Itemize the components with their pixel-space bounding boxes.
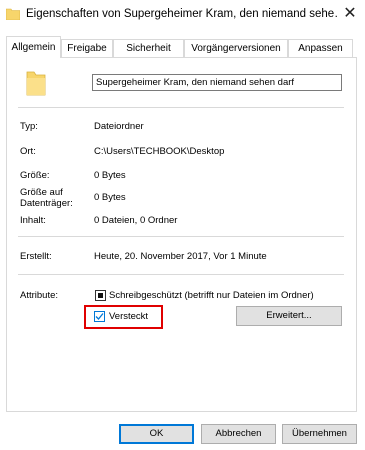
tab-anpassen[interactable]: Anpassen bbox=[288, 39, 353, 57]
hidden-checkbox-label[interactable]: Versteckt bbox=[109, 311, 148, 322]
location-label: Ort: bbox=[20, 146, 36, 157]
apply-button[interactable]: Übernehmen bbox=[282, 424, 357, 444]
size-on-disk-value: 0 Bytes bbox=[94, 192, 126, 203]
window-title: Eigenschaften von Supergeheimer Kram, de… bbox=[26, 8, 338, 20]
readonly-checkbox-label[interactable]: Schreibgeschützt (betrifft nur Dateien i… bbox=[109, 290, 314, 301]
attributes-label: Attribute: bbox=[20, 290, 59, 301]
folder-icon bbox=[26, 71, 46, 96]
separator bbox=[18, 107, 344, 108]
close-button[interactable]: ✕ bbox=[335, 0, 365, 28]
cancel-button[interactable]: Abbrechen bbox=[201, 424, 276, 444]
size-on-disk-label-line2: Datenträger: bbox=[20, 198, 73, 209]
size-value: 0 Bytes bbox=[94, 170, 126, 181]
contents-label: Inhalt: bbox=[20, 215, 46, 226]
size-on-disk-label-line1: Größe auf bbox=[20, 187, 63, 198]
checkmark-icon bbox=[95, 313, 104, 320]
title-bar: Eigenschaften von Supergeheimer Kram, de… bbox=[0, 0, 365, 30]
advanced-button[interactable]: Erweitert... bbox=[236, 306, 342, 326]
type-value: Dateiordner bbox=[94, 121, 144, 132]
folder-icon bbox=[6, 8, 20, 20]
hidden-checkbox[interactable] bbox=[94, 311, 105, 322]
separator bbox=[18, 236, 344, 237]
tab-allgemein[interactable]: Allgemein bbox=[6, 36, 61, 58]
tab-sicherheit[interactable]: Sicherheit bbox=[113, 39, 184, 57]
created-value: Heute, 20. November 2017, Vor 1 Minute bbox=[94, 251, 267, 262]
tab-freigabe[interactable]: Freigabe bbox=[61, 39, 113, 57]
size-label: Größe: bbox=[20, 170, 50, 181]
separator bbox=[18, 274, 344, 275]
tab-vorgaengerversionen[interactable]: Vorgängerversionen bbox=[184, 39, 288, 57]
created-label: Erstellt: bbox=[20, 251, 52, 262]
ok-button[interactable]: OK bbox=[119, 424, 194, 444]
contents-value: 0 Dateien, 0 Ordner bbox=[94, 215, 178, 226]
properties-panel bbox=[6, 57, 357, 412]
folder-name-field[interactable] bbox=[92, 74, 342, 91]
type-label: Typ: bbox=[20, 121, 38, 132]
tab-bar: Allgemein Freigabe Sicherheit Vorgängerv… bbox=[6, 36, 361, 58]
readonly-checkbox[interactable] bbox=[95, 290, 106, 301]
location-value: C:\Users\TECHBOOK\Desktop bbox=[94, 146, 225, 157]
